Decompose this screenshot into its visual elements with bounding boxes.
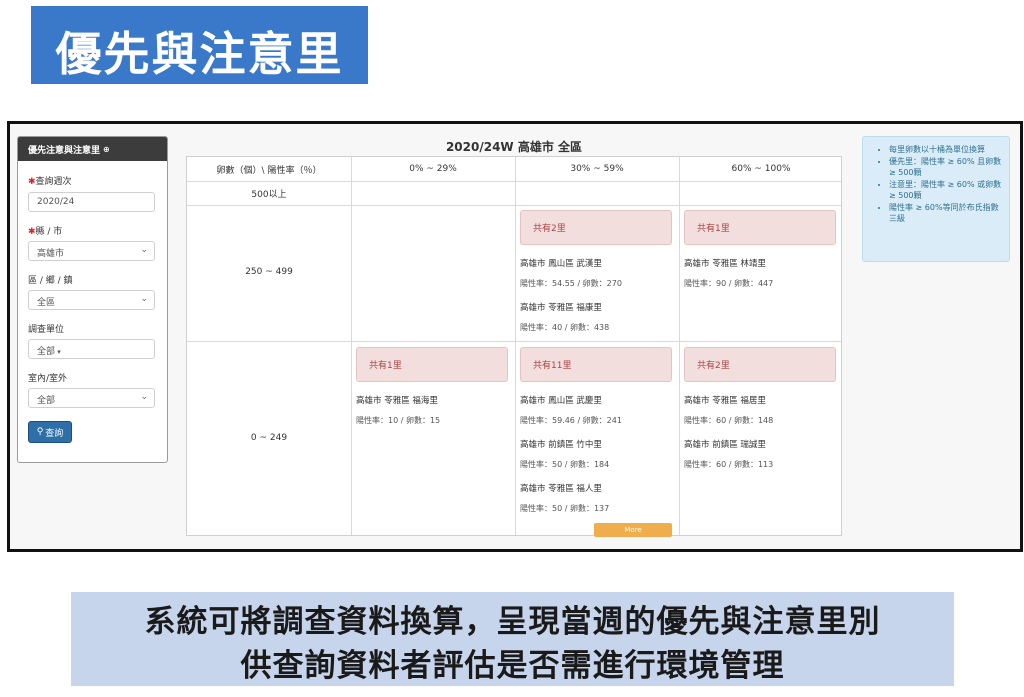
grid-line <box>187 181 841 182</box>
grid-line <box>187 341 841 342</box>
matrix-grid: 卵數（個）\ 陽性率（％） 0% ~ 29% 30% ~ 59% 60% ~ 1… <box>186 156 842 537</box>
grid-line <box>351 157 352 535</box>
village-stat: 陽性率：50 / 卵數：184 <box>520 460 610 469</box>
village-count-badge: 共有2里 <box>520 210 672 245</box>
matrix-title: 2020/24W 高雄市 全區 <box>445 140 583 154</box>
village-name: 高雄市 苓雅區 福康里 <box>520 303 602 313</box>
col-header: 0% ~ 29% <box>409 164 457 174</box>
place-label: 室內/室外 <box>28 374 68 384</box>
matrix-cell: 共有2里 高雄市 鳳山區 武漢里 陽性率：54.55 / 卵數：270 高雄市 … <box>520 210 672 333</box>
caption-box: 系統可將調查資料換算，呈現當週的優先與注意里別 供查詢資料者評估是否需進行環境管… <box>71 592 954 686</box>
matrix-cell: 共有11里 高雄市 鳳山區 武慶里 陽性率：59.46 / 卵數：241 高雄市… <box>520 347 672 537</box>
grid-line <box>679 157 680 535</box>
village-count-badge: 共有1里 <box>684 210 836 245</box>
matrix-cell: 共有1里 高雄市 苓雅區 福海里 陽性率：10 / 卵數：15 <box>356 347 508 426</box>
caption-line-1: 系統可將調查資料換算，呈現當週的優先與注意里別 <box>144 604 881 640</box>
village-count-badge: 共有1里 <box>356 347 508 382</box>
village-name: 高雄市 鳳山區 武漢里 <box>520 259 602 269</box>
criteria-list: 每里卵數以十桶為單位換算 優先里：陽性率 ≥ 60% 且卵數 ≥ 500顆 注意… <box>883 144 1003 224</box>
village-stat: 陽性率：90 / 卵數：447 <box>684 279 774 288</box>
matrix-cell: 共有1里 高雄市 苓雅區 林靖里 陽性率：90 / 卵數：447 <box>684 210 836 289</box>
caption-line-2: 供查詢資料者評估是否需進行環境管理 <box>240 648 785 684</box>
criteria-item: 陽性率 ≥ 60%等同於布氏指數三級 <box>889 202 1003 224</box>
village-stat: 陽性率：60 / 卵數：113 <box>684 460 774 469</box>
village-stat: 陽性率：40 / 卵數：438 <box>520 323 610 332</box>
search-icon: ⚲ <box>36 427 44 437</box>
village-stat: 陽性率：60 / 卵數：148 <box>684 416 774 425</box>
corner-header: 卵數（個）\ 陽性率（％） <box>216 165 322 176</box>
village-name: 高雄市 苓雅區 福海里 <box>356 396 438 406</box>
query-button[interactable]: ⚲ 查詢 <box>28 421 72 443</box>
criteria-item: 優先里：陽性率 ≥ 60% 且卵數 ≥ 500顆 <box>889 156 1003 178</box>
filter-panel-title: 優先注意與注意里 <box>28 145 101 156</box>
week-label: ✱查詢週次 <box>28 177 72 187</box>
village-count-badge: 共有2里 <box>684 347 836 382</box>
criteria-item: 注意里：陽性率 ≥ 60% 或卵數 ≥ 500顆 <box>889 179 1003 201</box>
required-mark: ✱ <box>28 227 36 237</box>
criteria-item: 每里卵數以十桶為單位換算 <box>889 144 1003 155</box>
risk-matrix: 2020/24W 高雄市 全區 卵數（個）\ 陽性率（％） 0% ~ 29% 3… <box>186 134 842 537</box>
plus-circle-icon[interactable]: ⊕ <box>103 145 110 154</box>
grid-line <box>515 157 516 535</box>
grid-line <box>187 205 841 206</box>
unit-dropdown[interactable]: 全部 ▾ <box>28 339 155 359</box>
village-stat: 陽性率：54.55 / 卵數：270 <box>520 279 622 288</box>
village-name: 高雄市 前鎮區 竹中里 <box>520 440 602 450</box>
filter-panel: 優先注意與注意里 ⊕ ✱查詢週次 2020/24 ✱縣 / 市 高雄市 ⌄ 區 /… <box>17 136 168 463</box>
row-label: 500以上 <box>251 190 287 200</box>
county-select[interactable]: 高雄市 ⌄ <box>28 241 155 261</box>
chevron-down-icon: ⌄ <box>140 294 148 304</box>
district-label: 區 / 鄉 / 鎮 <box>28 276 73 286</box>
app-screenshot-frame: 優先注意與注意里 ⊕ ✱查詢週次 2020/24 ✱縣 / 市 高雄市 ⌄ 區 /… <box>7 121 1023 552</box>
chevron-down-icon: ⌄ <box>140 392 148 402</box>
filter-panel-header: 優先注意與注意里 ⊕ <box>18 137 167 161</box>
slide-title-banner: 優先與注意里 <box>31 6 368 84</box>
village-name: 高雄市 前鎮區 瑞誠里 <box>684 440 766 450</box>
row-label: 250 ~ 499 <box>245 267 293 277</box>
village-name: 高雄市 苓雅區 福人里 <box>520 484 602 494</box>
village-name: 高雄市 苓雅區 林靖里 <box>684 259 766 269</box>
unit-label: 調查單位 <box>28 325 65 335</box>
village-name: 高雄市 苓雅區 福居里 <box>684 396 766 406</box>
village-stat: 陽性率：10 / 卵數：15 <box>356 416 441 425</box>
chevron-down-icon: ⌄ <box>140 245 148 255</box>
county-label: ✱縣 / 市 <box>28 227 63 237</box>
week-input[interactable]: 2020/24 <box>28 192 155 212</box>
caret-down-icon: ▾ <box>55 348 61 356</box>
col-header: 30% ~ 59% <box>570 164 624 174</box>
row-label: 0 ~ 249 <box>250 433 288 443</box>
village-name: 高雄市 鳳山區 武慶里 <box>520 396 602 406</box>
col-header: 60% ~ 100% <box>731 164 791 174</box>
more-button[interactable]: More <box>594 523 672 537</box>
criteria-note-panel: 每里卵數以十桶為單位換算 優先里：陽性率 ≥ 60% 且卵數 ≥ 500顆 注意… <box>862 136 1010 262</box>
village-stat: 陽性率：59.46 / 卵數：241 <box>520 416 622 425</box>
place-select[interactable]: 全部 ⌄ <box>28 388 155 408</box>
matrix-cell: 共有2里 高雄市 苓雅區 福居里 陽性率：60 / 卵數：148 高雄市 前鎮區… <box>684 347 836 470</box>
district-select[interactable]: 全區 ⌄ <box>28 290 155 310</box>
slide-title: 優先與注意里 <box>55 27 344 81</box>
village-count-badge: 共有11里 <box>520 347 672 382</box>
required-mark: ✱ <box>28 177 36 187</box>
village-stat: 陽性率：50 / 卵數：137 <box>520 504 610 513</box>
